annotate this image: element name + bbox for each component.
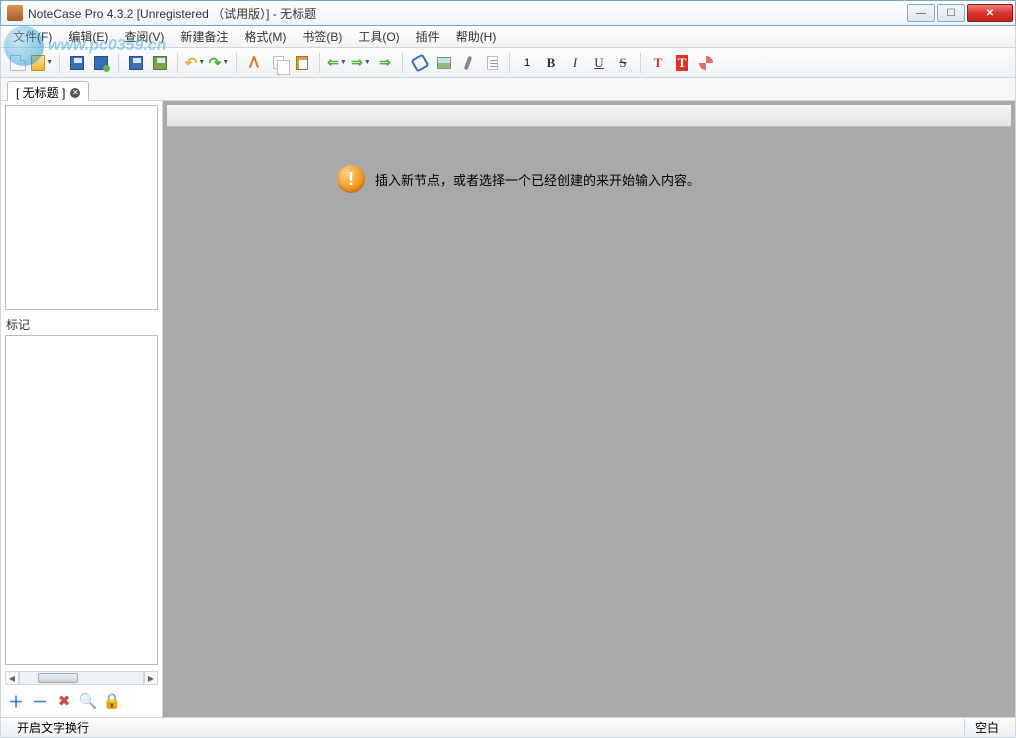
menu-bar: 文件(F) 编辑(E) 查阅(V) 新建备注 格式(M) 书签(B) 工具(O)… [0,26,1016,48]
bold-button[interactable]: B [540,52,562,74]
remove-node-button[interactable]: － [31,692,49,710]
menu-tools[interactable]: 工具(O) [350,26,407,47]
menu-view[interactable]: 查阅(V) [116,26,172,47]
toolbar: ▼ ↶▼ ↷▼ ⇐▼ ⇒▼ ⇒ 1 B I U S T T [0,48,1016,78]
text-color-button[interactable]: T [647,52,669,74]
scroll-right-icon[interactable]: ▶ [144,671,158,685]
add-node-button[interactable]: ＋ [7,692,25,710]
menu-edit[interactable]: 编辑(E) [60,26,116,47]
scroll-thumb[interactable] [38,673,78,683]
separator [236,53,237,73]
insert-image-button[interactable] [433,52,455,74]
scroll-track[interactable] [19,671,144,685]
status-left: 开启文字换行 [7,719,99,736]
italic-button[interactable]: I [564,52,586,74]
tab-close-icon[interactable]: ✕ [70,88,80,98]
save-button[interactable] [66,52,88,74]
tab-label: [ 无标题 ] [16,84,65,101]
close-button[interactable]: ✕ [967,4,1013,22]
tree-panel[interactable] [5,105,158,310]
ruler [167,105,1011,127]
strike-button[interactable]: S [612,52,634,74]
copy-button[interactable] [267,52,289,74]
window-titlebar: NoteCase Pro 4.3.2 [Unregistered （试用版）] … [0,0,1016,26]
document-tab[interactable]: [ 无标题 ] ✕ [7,81,89,101]
horizontal-scrollbar[interactable]: ◀ ▶ [5,669,158,687]
empty-hint: ! 插入新节点，或者选择一个已经创建的来开始输入内容。 [337,165,700,193]
redo-button[interactable]: ↷▼ [208,52,230,74]
tags-panel[interactable] [5,335,158,665]
menu-newnote[interactable]: 新建备注 [172,26,236,47]
menu-help[interactable]: 帮助(H) [448,26,505,47]
nav-back-button[interactable]: ⇐▼ [326,52,348,74]
insert-link-button[interactable] [409,52,431,74]
minimize-button[interactable]: — [907,4,935,22]
separator [118,53,119,73]
hint-text: 插入新节点，或者选择一个已经创建的来开始输入内容。 [375,170,700,189]
save-all-button[interactable] [125,52,147,74]
menu-format[interactable]: 格式(M) [236,26,294,47]
menu-file[interactable]: 文件(F) [5,26,60,47]
separator [59,53,60,73]
highlight-button[interactable]: T [671,52,693,74]
separator [319,53,320,73]
separator [402,53,403,73]
paste-button[interactable] [291,52,313,74]
window-title: NoteCase Pro 4.3.2 [Unregistered （试用版）] … [28,5,907,22]
separator [640,53,641,73]
main-panel: 标记 ◀ ▶ ＋ － ✖ 🔍 🔒 ! 插入新节点，或者选择一个已经创建的来开始输… [0,101,1016,718]
status-bar: 开启文字换行 空白 [0,718,1016,738]
status-right: 空白 [964,719,1009,736]
lock-button[interactable]: 🔒 [103,692,121,710]
insert-attachment-button[interactable] [457,52,479,74]
delete-node-button[interactable]: ✖ [55,692,73,710]
undo-button[interactable]: ↶▼ [184,52,206,74]
sidebar: 标记 ◀ ▶ ＋ － ✖ 🔍 🔒 [1,101,163,717]
separator [509,53,510,73]
menu-plugins[interactable]: 插件 [408,26,448,47]
tags-label: 标记 [1,314,162,335]
separator [177,53,178,73]
new-document-button[interactable] [7,52,29,74]
tree-toolbar: ＋ － ✖ 🔍 🔒 [5,689,158,713]
menu-bookmark[interactable]: 书签(B) [294,26,350,47]
content-pane: ! 插入新节点，或者选择一个已经创建的来开始输入内容。 [163,101,1015,717]
underline-button[interactable]: U [588,52,610,74]
insert-object-button[interactable] [481,52,503,74]
open-button[interactable]: ▼ [31,52,53,74]
app-icon [7,5,23,21]
help-icon-button[interactable] [695,52,717,74]
nav-forward-button[interactable]: ⇒▼ [350,52,372,74]
warning-icon: ! [337,165,365,193]
nav-last-button[interactable]: ⇒ [374,52,396,74]
search-node-button[interactable]: 🔍 [79,692,97,710]
maximize-button[interactable]: ☐ [937,4,965,22]
save-as-button[interactable] [90,52,112,74]
scroll-left-icon[interactable]: ◀ [5,671,19,685]
editor-area[interactable]: ! 插入新节点，或者选择一个已经创建的来开始输入内容。 [167,127,1011,713]
list-button[interactable]: 1 [516,52,538,74]
revert-button[interactable] [149,52,171,74]
document-tabstrip: [ 无标题 ] ✕ [0,78,1016,101]
cut-button[interactable] [243,52,265,74]
